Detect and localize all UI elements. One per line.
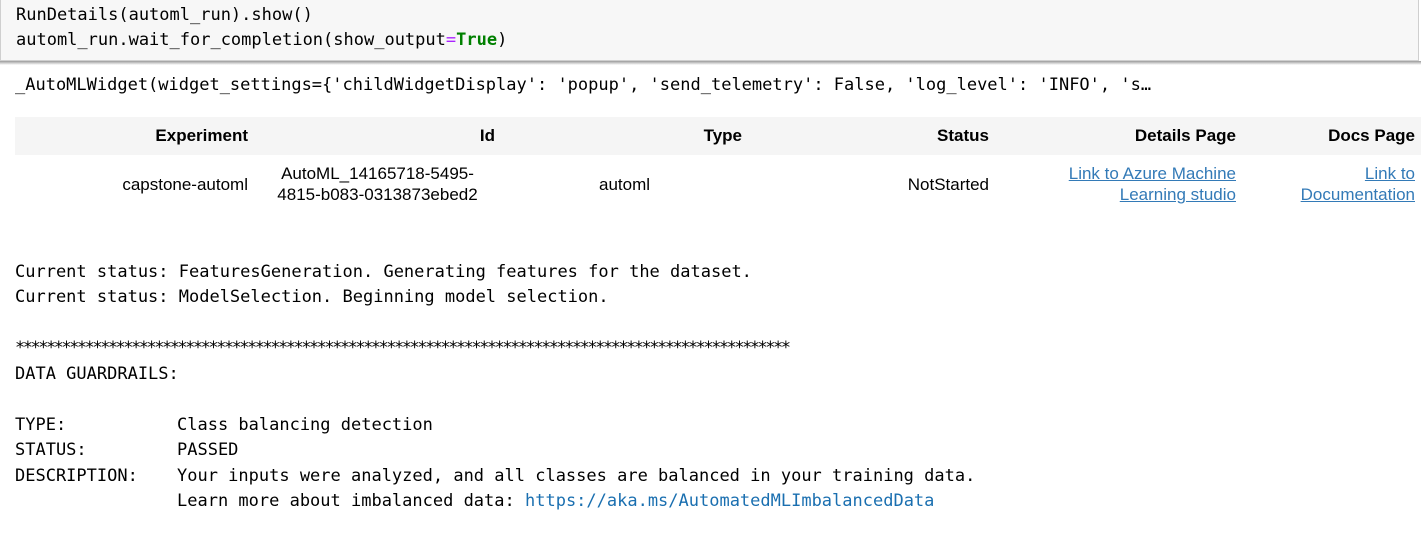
cell-details-page: Link to Azure Machine Learning studio (995, 155, 1242, 213)
imbalanced-data-link[interactable]: https://aka.ms/AutomatedMLImbalancedData (525, 491, 934, 511)
details-link-line-1: Link to Azure Machine (1068, 164, 1236, 183)
type-value: Class balancing detection (177, 415, 433, 435)
code-input-cell[interactable]: RunDetails(automl_run).show() automl_run… (0, 0, 1419, 61)
code-line-2: automl_run.wait_for_completion(show_outp… (16, 28, 507, 53)
cell-type: automl (598, 174, 651, 194)
cell-id: AutoML_14165718-5495- 4815-b083-0313873eb… (254, 155, 501, 213)
id-line-2: 4815-b083-0313873ebed2 (277, 185, 478, 204)
header-status: Status (748, 117, 995, 155)
keyword-token: True (456, 30, 498, 50)
learn-more-text: Learn more about imbalanced data: (177, 491, 525, 511)
operator-token: = (445, 30, 457, 50)
header-docs-page: Docs Page (1242, 117, 1421, 155)
type-label: TYPE: (15, 415, 67, 435)
header-id: Id (254, 117, 501, 155)
header-details-page: Details Page (995, 117, 1242, 155)
status-value: PASSED (177, 440, 239, 460)
cell-status: NotStarted (907, 174, 989, 194)
code-text-suffix: ) (497, 30, 508, 50)
code-line-1: RunDetails(automl_run).show() (16, 5, 313, 25)
run-details-table: Experiment Id Type Status Details Page D… (15, 117, 1421, 213)
learn-more-line: Learn more about imbalanced data: https:… (177, 489, 934, 514)
status-line-1: Current status: FeaturesGeneration. Gene… (15, 262, 752, 282)
details-link-line-2: Learning studio (1119, 185, 1236, 204)
documentation-link[interactable]: Link to Documentation (1301, 164, 1415, 204)
separator-line: ****************************************… (15, 338, 791, 358)
azure-ml-studio-link[interactable]: Link to Azure Machine Learning studio (1069, 164, 1236, 204)
cell-experiment: capstone-automl (122, 174, 248, 194)
status-label: STATUS: (15, 440, 87, 460)
status-line-2: Current status: ModelSelection. Beginnin… (15, 287, 609, 307)
guardrails-title: DATA GUARDRAILS: (15, 364, 179, 384)
table-row: capstone-automl AutoML_14165718-5495- 481… (15, 155, 1421, 213)
table-header-row: Experiment Id Type Status Details Page D… (15, 117, 1421, 155)
widget-repr-output: _AutoMLWidget(widget_settings={'childWid… (15, 75, 1152, 95)
cell-divider (0, 61, 1421, 65)
cell-docs-page: Link to Documentation (1242, 155, 1421, 213)
code-text: automl_run.wait_for_completion(show_outp… (16, 30, 446, 50)
header-experiment: Experiment (15, 117, 254, 155)
description-value: Your inputs were analyzed, and all class… (177, 466, 976, 486)
description-label: DESCRIPTION: (15, 466, 138, 486)
id-line-1: AutoML_14165718-5495- (281, 164, 474, 183)
header-type: Type (501, 117, 748, 155)
